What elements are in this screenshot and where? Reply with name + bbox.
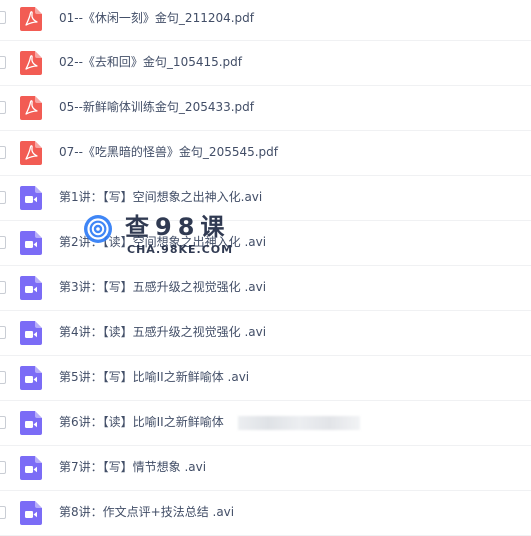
video-icon xyxy=(20,366,42,390)
file-name[interactable]: 第3讲：【写】五感升级之视觉强化 .avi xyxy=(59,278,266,296)
redacted-text xyxy=(238,416,360,430)
file-row[interactable]: 07--《吃黑暗的怪兽》金句_205545.pdf xyxy=(0,131,531,176)
file-row[interactable]: 第5讲：【写】比喻II之新鲜喻体 .avi xyxy=(0,356,531,401)
file-name[interactable]: 07--《吃黑暗的怪兽》金句_205545.pdf xyxy=(59,143,278,161)
file-name[interactable]: 第5讲：【写】比喻II之新鲜喻体 .avi xyxy=(59,368,249,386)
pdf-icon xyxy=(20,51,42,75)
file-name[interactable]: 第8讲：作文点评+技法总结 .avi xyxy=(59,503,234,521)
pdf-icon xyxy=(20,96,42,120)
row-checkbox[interactable] xyxy=(0,416,6,429)
file-name[interactable]: 05--新鲜喻体训练金句_205433.pdf xyxy=(59,98,254,116)
file-row[interactable]: 第3讲：【写】五感升级之视觉强化 .avi xyxy=(0,266,531,311)
file-name[interactable]: 第7讲：【写】情节想象 .avi xyxy=(59,458,206,476)
file-row[interactable]: 第4讲：【读】五感升级之视觉强化 .avi xyxy=(0,311,531,356)
video-icon xyxy=(20,321,42,345)
file-name[interactable]: 第6讲：【读】比喻II之新鲜喻体 xyxy=(59,413,224,431)
video-icon xyxy=(20,411,42,435)
row-checkbox[interactable] xyxy=(0,506,6,519)
video-icon xyxy=(20,276,42,300)
file-row[interactable]: 02--《去和回》金句_105415.pdf xyxy=(0,41,531,86)
row-checkbox[interactable] xyxy=(0,101,6,114)
file-name[interactable]: 第4讲：【读】五感升级之视觉强化 .avi xyxy=(59,323,266,341)
file-row[interactable]: 01--《休闲一刻》金句_211204.pdf xyxy=(0,0,531,41)
file-row[interactable]: 第8讲：作文点评+技法总结 .avi xyxy=(0,491,531,536)
row-checkbox[interactable] xyxy=(0,461,6,474)
row-checkbox[interactable] xyxy=(0,56,6,69)
video-icon xyxy=(20,186,42,210)
pdf-icon xyxy=(20,141,42,165)
file-row[interactable]: 05--新鲜喻体训练金句_205433.pdf xyxy=(0,86,531,131)
video-icon xyxy=(20,231,42,255)
row-checkbox[interactable] xyxy=(0,326,6,339)
file-name[interactable]: 第1讲：【写】空间想象之出神入化.avi xyxy=(59,188,262,206)
row-checkbox[interactable] xyxy=(0,371,6,384)
row-checkbox[interactable] xyxy=(0,146,6,159)
video-icon xyxy=(20,501,42,525)
file-row[interactable]: 第1讲：【写】空间想象之出神入化.avi xyxy=(0,176,531,221)
file-name[interactable]: 01--《休闲一刻》金句_211204.pdf xyxy=(59,9,254,27)
file-name[interactable]: 第2讲：【读】空间想象之出神入化 .avi xyxy=(59,233,266,251)
video-icon xyxy=(20,456,42,480)
file-name[interactable]: 02--《去和回》金句_105415.pdf xyxy=(59,53,242,71)
row-checkbox[interactable] xyxy=(0,11,6,24)
row-checkbox[interactable] xyxy=(0,281,6,294)
pdf-icon xyxy=(20,7,42,31)
file-row[interactable]: 第2讲：【读】空间想象之出神入化 .avi xyxy=(0,221,531,266)
row-checkbox[interactable] xyxy=(0,236,6,249)
file-row[interactable]: 第7讲：【写】情节想象 .avi xyxy=(0,446,531,491)
row-checkbox[interactable] xyxy=(0,191,6,204)
